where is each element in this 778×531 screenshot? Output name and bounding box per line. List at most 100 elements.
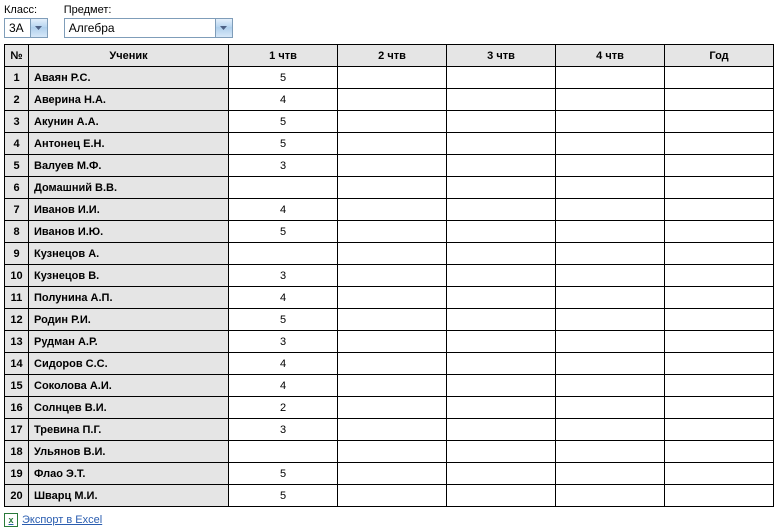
- cell-year[interactable]: [665, 89, 774, 111]
- cell-q4[interactable]: [556, 485, 665, 507]
- cell-q1[interactable]: 5: [229, 133, 338, 155]
- cell-q2[interactable]: [338, 155, 447, 177]
- cell-year[interactable]: [665, 155, 774, 177]
- cell-q3[interactable]: [447, 353, 556, 375]
- cell-q2[interactable]: [338, 133, 447, 155]
- cell-q2[interactable]: [338, 287, 447, 309]
- cell-q2[interactable]: [338, 375, 447, 397]
- cell-year[interactable]: [665, 177, 774, 199]
- cell-q3[interactable]: [447, 485, 556, 507]
- cell-q4[interactable]: [556, 397, 665, 419]
- cell-q2[interactable]: [338, 441, 447, 463]
- cell-q2[interactable]: [338, 199, 447, 221]
- cell-q3[interactable]: [447, 89, 556, 111]
- cell-year[interactable]: [665, 485, 774, 507]
- cell-q1[interactable]: 4: [229, 287, 338, 309]
- cell-q4[interactable]: [556, 463, 665, 485]
- cell-q1[interactable]: 4: [229, 199, 338, 221]
- cell-year[interactable]: [665, 309, 774, 331]
- cell-q1[interactable]: 3: [229, 331, 338, 353]
- cell-q4[interactable]: [556, 177, 665, 199]
- cell-q1[interactable]: 5: [229, 111, 338, 133]
- cell-q4[interactable]: [556, 265, 665, 287]
- cell-q1[interactable]: 5: [229, 485, 338, 507]
- cell-year[interactable]: [665, 463, 774, 485]
- cell-q3[interactable]: [447, 265, 556, 287]
- cell-year[interactable]: [665, 441, 774, 463]
- cell-q2[interactable]: [338, 221, 447, 243]
- cell-year[interactable]: [665, 265, 774, 287]
- cell-q4[interactable]: [556, 287, 665, 309]
- cell-q4[interactable]: [556, 111, 665, 133]
- cell-q3[interactable]: [447, 375, 556, 397]
- subject-select[interactable]: Алгебра: [64, 18, 233, 38]
- cell-year[interactable]: [665, 199, 774, 221]
- cell-q2[interactable]: [338, 111, 447, 133]
- cell-q3[interactable]: [447, 397, 556, 419]
- cell-year[interactable]: [665, 287, 774, 309]
- cell-q3[interactable]: [447, 199, 556, 221]
- cell-year[interactable]: [665, 111, 774, 133]
- cell-year[interactable]: [665, 331, 774, 353]
- cell-q3[interactable]: [447, 155, 556, 177]
- cell-year[interactable]: [665, 375, 774, 397]
- cell-q2[interactable]: [338, 67, 447, 89]
- cell-q3[interactable]: [447, 287, 556, 309]
- cell-q2[interactable]: [338, 397, 447, 419]
- cell-q2[interactable]: [338, 265, 447, 287]
- cell-q3[interactable]: [447, 463, 556, 485]
- cell-q3[interactable]: [447, 133, 556, 155]
- cell-q4[interactable]: [556, 331, 665, 353]
- cell-year[interactable]: [665, 221, 774, 243]
- cell-q4[interactable]: [556, 353, 665, 375]
- cell-q4[interactable]: [556, 155, 665, 177]
- cell-q3[interactable]: [447, 441, 556, 463]
- cell-q1[interactable]: 5: [229, 309, 338, 331]
- cell-q3[interactable]: [447, 111, 556, 133]
- cell-q4[interactable]: [556, 133, 665, 155]
- cell-q1[interactable]: 3: [229, 265, 338, 287]
- cell-q1[interactable]: 5: [229, 463, 338, 485]
- cell-q1[interactable]: [229, 177, 338, 199]
- cell-year[interactable]: [665, 353, 774, 375]
- cell-q2[interactable]: [338, 89, 447, 111]
- cell-q1[interactable]: [229, 243, 338, 265]
- cell-year[interactable]: [665, 243, 774, 265]
- cell-year[interactable]: [665, 419, 774, 441]
- cell-q4[interactable]: [556, 243, 665, 265]
- cell-q3[interactable]: [447, 221, 556, 243]
- cell-q4[interactable]: [556, 89, 665, 111]
- cell-q2[interactable]: [338, 463, 447, 485]
- cell-q2[interactable]: [338, 331, 447, 353]
- cell-year[interactable]: [665, 397, 774, 419]
- cell-q4[interactable]: [556, 67, 665, 89]
- cell-q2[interactable]: [338, 309, 447, 331]
- cell-q3[interactable]: [447, 67, 556, 89]
- cell-year[interactable]: [665, 67, 774, 89]
- cell-q1[interactable]: 4: [229, 375, 338, 397]
- cell-q2[interactable]: [338, 177, 447, 199]
- export-excel-link[interactable]: x Экспорт в Excel: [4, 513, 102, 527]
- cell-q2[interactable]: [338, 485, 447, 507]
- cell-q4[interactable]: [556, 419, 665, 441]
- cell-q1[interactable]: 3: [229, 155, 338, 177]
- cell-q2[interactable]: [338, 353, 447, 375]
- cell-year[interactable]: [665, 133, 774, 155]
- cell-q1[interactable]: 4: [229, 353, 338, 375]
- cell-q3[interactable]: [447, 419, 556, 441]
- cell-q2[interactable]: [338, 243, 447, 265]
- cell-q3[interactable]: [447, 309, 556, 331]
- cell-q1[interactable]: 5: [229, 221, 338, 243]
- cell-q3[interactable]: [447, 177, 556, 199]
- cell-q4[interactable]: [556, 309, 665, 331]
- cell-q4[interactable]: [556, 221, 665, 243]
- cell-q4[interactable]: [556, 441, 665, 463]
- cell-q1[interactable]: [229, 441, 338, 463]
- cell-q1[interactable]: 5: [229, 67, 338, 89]
- cell-q2[interactable]: [338, 419, 447, 441]
- cell-q1[interactable]: 4: [229, 89, 338, 111]
- cell-q1[interactable]: 3: [229, 419, 338, 441]
- cell-q3[interactable]: [447, 243, 556, 265]
- cell-q4[interactable]: [556, 375, 665, 397]
- cell-q1[interactable]: 2: [229, 397, 338, 419]
